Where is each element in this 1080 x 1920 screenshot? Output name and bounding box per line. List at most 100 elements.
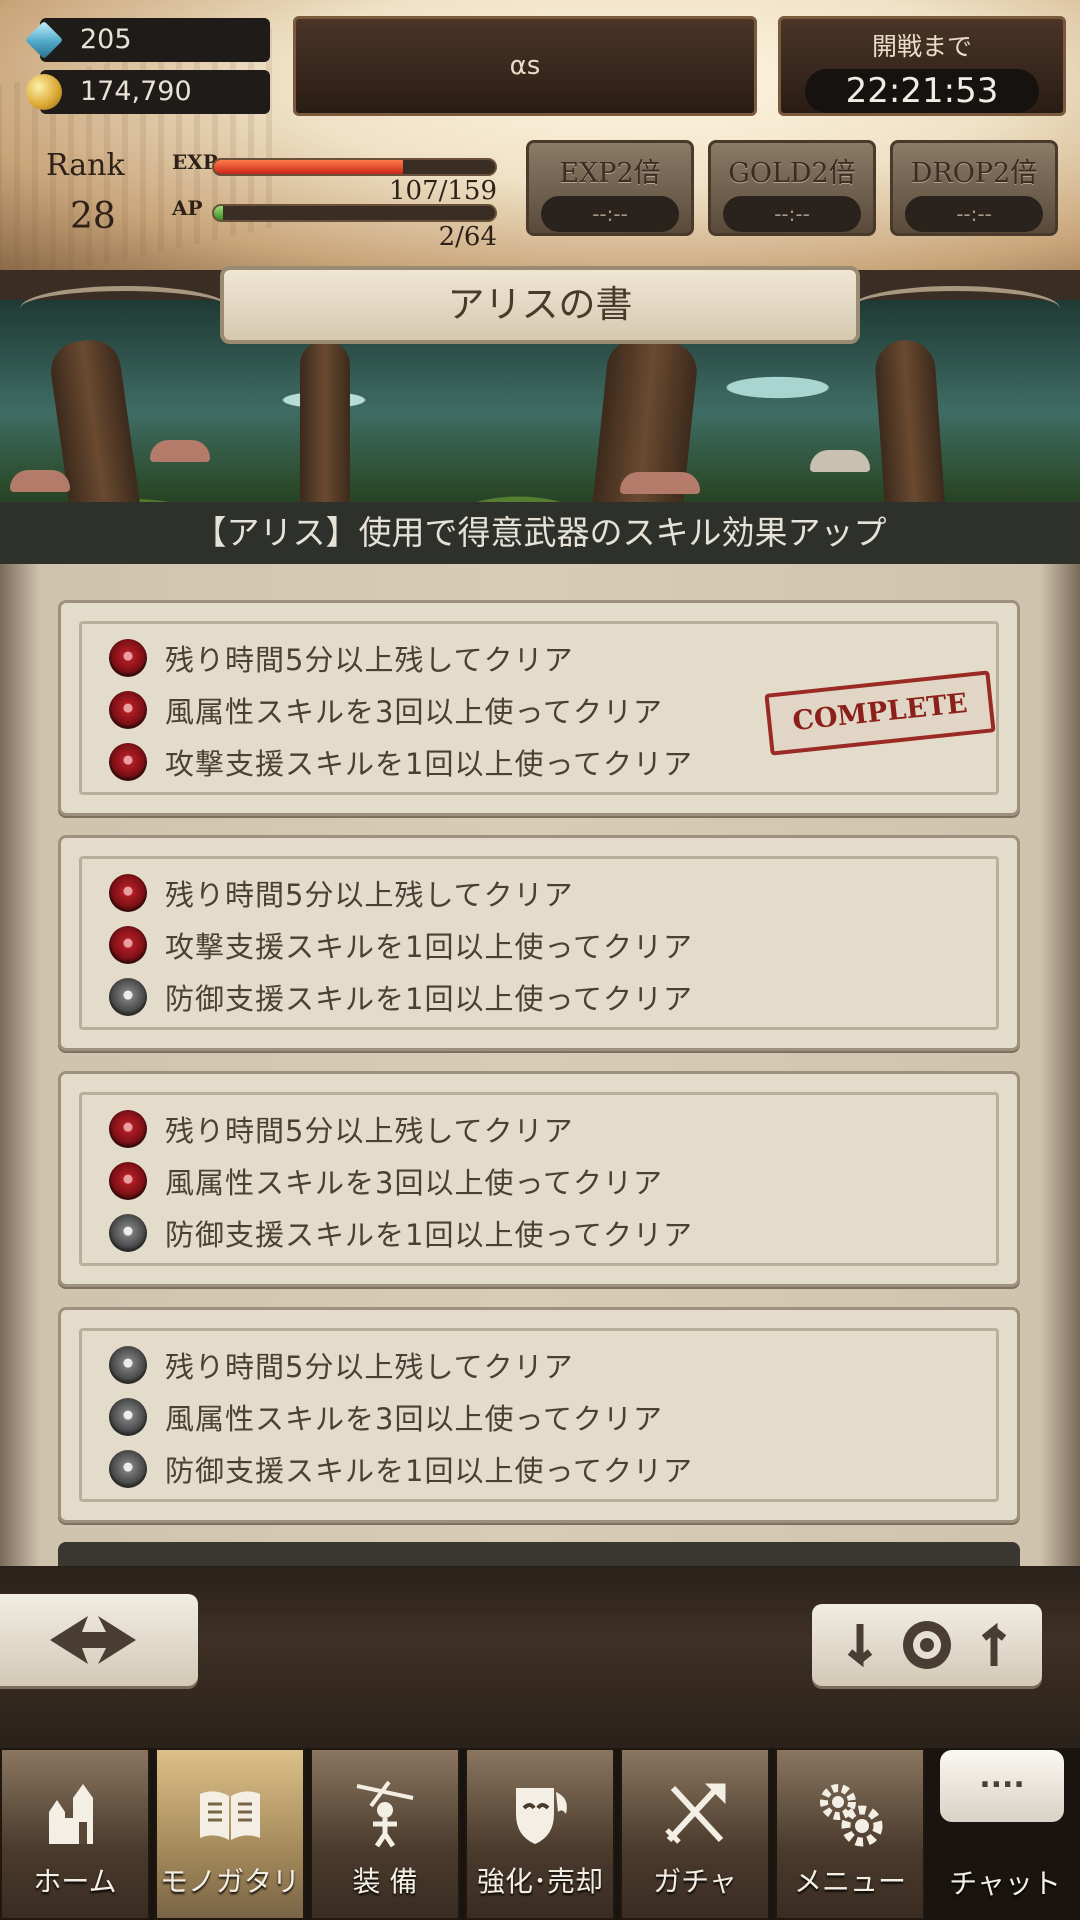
chat-button[interactable]: .... チャット	[930, 1748, 1080, 1920]
rose-icon	[109, 1214, 147, 1252]
ap-label: AP	[172, 196, 203, 220]
scroll-ornament-right	[850, 286, 1060, 331]
player-name-plate[interactable]: αs	[293, 16, 757, 116]
mission-condition: 残り時間5分以上残してクリア	[109, 1106, 574, 1152]
mission-condition-text: 残り時間5分以上残してクリア	[165, 878, 574, 912]
nav-tab-gacha[interactable]: ガチャ	[620, 1748, 770, 1920]
nav-tab-equip[interactable]: 装 備	[310, 1748, 460, 1920]
rose-icon	[109, 691, 147, 729]
mission-condition-text: 風属性スキルを3回以上使ってクリア	[165, 695, 664, 729]
ap-bar-fill	[214, 206, 223, 220]
nav-label-story: モノガタリ	[159, 1865, 300, 1898]
nav-tab-story[interactable]: モノガタリ	[155, 1748, 305, 1920]
mission-condition-text: 残り時間5分以上残してクリア	[165, 1114, 574, 1148]
rose-icon	[109, 1110, 147, 1148]
exp-label: EXP	[172, 150, 218, 174]
mission-card-3[interactable]: 残り時間5分以上残してクリア 風属性スキルを3回以上使ってクリア 防御支援スキル…	[58, 1071, 1020, 1287]
rose-icon	[109, 743, 147, 781]
rose-icon	[109, 639, 147, 677]
mission-condition: 風属性スキルを3回以上使ってクリア	[109, 687, 663, 733]
gem-icon	[24, 20, 64, 60]
mission-condition: 残り時間5分以上残してクリア	[109, 635, 574, 681]
mission-condition: 残り時間5分以上残してクリア	[109, 1342, 574, 1388]
mission-card-2[interactable]: 残り時間5分以上残してクリア 攻撃支援スキルを1回以上使ってクリア 防御支援スキ…	[58, 835, 1020, 1051]
gold-boost[interactable]: GOLD2倍 --:--	[708, 140, 876, 236]
bottom-nav: ホーム モノガタリ 装 備 強化･売却 ガチャ メニュー .... チャット	[0, 1748, 1080, 1920]
mission-condition: 攻撃支援スキルを1回以上使ってクリア	[109, 739, 693, 785]
exp-bar-fill	[214, 160, 404, 174]
gem-counter[interactable]: 205	[24, 18, 270, 62]
nav-tab-home[interactable]: ホーム	[0, 1748, 150, 1920]
mission-condition: 防御支援スキルを1回以上使ってクリア	[109, 974, 693, 1020]
crossed-weapons-icon	[665, 1783, 726, 1844]
book-icon	[200, 1791, 260, 1840]
ap-value: 2/64	[438, 222, 497, 252]
mission-condition-text: 風属性スキルを3回以上使ってクリア	[165, 1166, 664, 1200]
nav-tab-enhance-sell[interactable]: 強化･売却	[465, 1748, 615, 1920]
mission-card-1[interactable]: 残り時間5分以上残してクリア 風属性スキルを3回以上使ってクリア 攻撃支援スキル…	[58, 600, 1020, 816]
mission-condition-text: 残り時間5分以上残してクリア	[165, 643, 574, 677]
rose-icon	[109, 926, 147, 964]
page-title: アリスの書	[220, 266, 860, 344]
rose-icon	[109, 1162, 147, 1200]
rose-icon	[109, 1450, 147, 1488]
exp-bar	[212, 158, 497, 176]
drop-boost-time: --:--	[905, 196, 1043, 232]
sort-toggle-button[interactable]	[812, 1604, 1042, 1686]
exp-boost-label: EXP2倍	[559, 158, 661, 189]
mission-condition-text: 風属性スキルを3回以上使ってクリア	[165, 1402, 664, 1436]
shield-mask-icon	[516, 1788, 567, 1844]
mission-condition: 防御支援スキルを1回以上使ってクリア	[109, 1210, 693, 1256]
nav-label-equip: 装 備	[352, 1865, 418, 1898]
chat-label: チャット	[949, 1867, 1061, 1900]
chat-bubble-icon: ....	[940, 1750, 1064, 1822]
scroll-ornament-left	[20, 286, 230, 331]
mission-condition: 風属性スキルを3回以上使ってクリア	[109, 1158, 663, 1204]
gem-count: 205	[80, 24, 132, 55]
drop-boost-label: DROP2倍	[910, 158, 1038, 189]
rose-icon	[109, 1346, 147, 1384]
rose-sort-icon	[847, 1621, 1007, 1669]
drop-boost[interactable]: DROP2倍 --:--	[890, 140, 1058, 236]
mission-condition-text: 攻撃支援スキルを1回以上使ってクリア	[165, 930, 694, 964]
player-name: αs	[509, 51, 541, 81]
rose-icon	[109, 874, 147, 912]
mission-condition: 防御支援スキルを1回以上使ってクリア	[109, 1446, 693, 1492]
gold-boost-time: --:--	[723, 196, 861, 232]
nav-label-menu: メニュー	[793, 1865, 906, 1898]
mission-condition-text: 攻撃支援スキルを1回以上使ってクリア	[165, 747, 694, 781]
rose-icon	[109, 978, 147, 1016]
gold-counter[interactable]: 174,790	[26, 70, 270, 114]
rank-label: Rank	[46, 148, 125, 183]
complete-stamp: COMPLETE	[764, 670, 996, 756]
mission-card-4[interactable]: 残り時間5分以上残してクリア 風属性スキルを3回以上使ってクリア 防御支援スキル…	[58, 1307, 1020, 1523]
nav-tab-menu[interactable]: メニュー	[775, 1748, 925, 1920]
status-header: 205 174,790 αs 開戦まで 22:21:53 Rank 28 EXP…	[0, 0, 1080, 270]
exp-boost[interactable]: EXP2倍 --:--	[526, 140, 694, 236]
mission-condition-text: 防御支援スキルを1回以上使ってクリア	[165, 982, 694, 1016]
marionette-icon	[356, 1780, 414, 1848]
rank-value: 28	[70, 196, 116, 237]
gold-count: 174,790	[80, 76, 192, 107]
book-subtitle: 【アリス】使用で得意武器のスキル効果アップ	[0, 502, 1080, 567]
exp-boost-time: --:--	[541, 196, 679, 232]
gold-coin-icon	[26, 74, 62, 110]
nav-label-enhance-sell: 強化･売却	[476, 1865, 603, 1898]
battle-timer-value: 22:21:53	[805, 69, 1039, 113]
home-castle-icon	[49, 1784, 93, 1844]
battle-timer-label: 開戦まで	[871, 32, 972, 61]
mission-condition-text: 防御支援スキルを1回以上使ってクリア	[165, 1218, 694, 1252]
mission-condition-text: 残り時間5分以上残してクリア	[165, 1350, 574, 1384]
mission-condition: 攻撃支援スキルを1回以上使ってクリア	[109, 922, 693, 968]
back-button[interactable]	[0, 1594, 198, 1686]
mission-condition: 残り時間5分以上残してクリア	[109, 870, 574, 916]
gears-icon	[820, 1784, 883, 1847]
nav-label-gacha: ガチャ	[653, 1865, 737, 1898]
mission-condition: 風属性スキルを3回以上使ってクリア	[109, 1394, 663, 1440]
ap-bar	[212, 204, 497, 222]
nav-label-home: ホーム	[33, 1865, 117, 1898]
exp-value: 107/159	[388, 176, 497, 206]
rose-icon	[109, 1398, 147, 1436]
mission-condition-text: 防御支援スキルを1回以上使ってクリア	[165, 1454, 694, 1488]
battle-timer: 開戦まで 22:21:53	[778, 16, 1066, 116]
